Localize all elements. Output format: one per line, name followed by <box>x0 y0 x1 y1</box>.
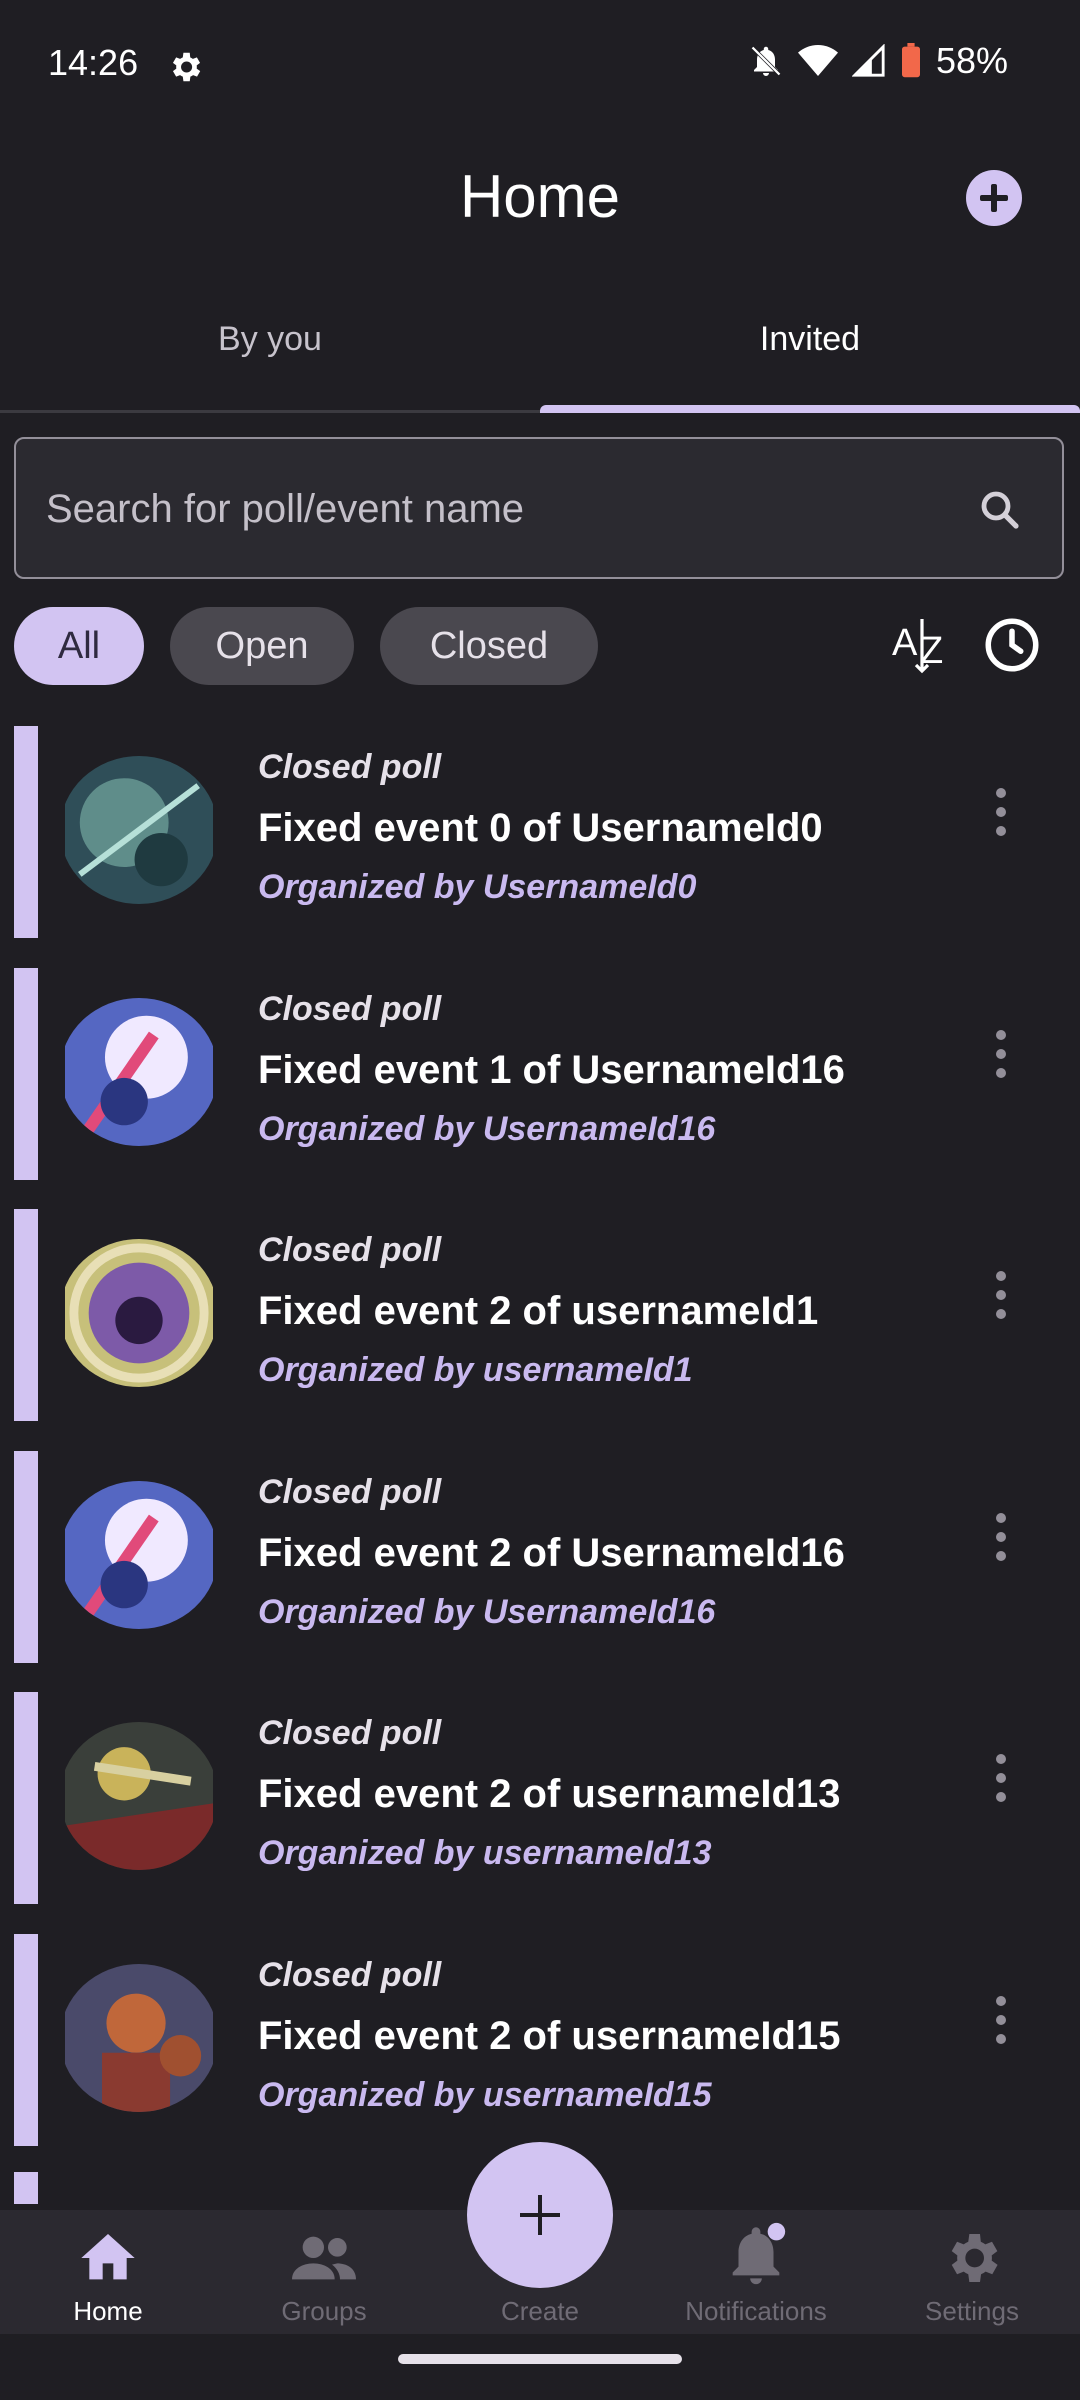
search-input[interactable]: Search for poll/event name <box>14 437 1064 579</box>
event-organizer: Organized by usernameId15 <box>258 2076 712 2114</box>
event-row[interactable]: Closed poll Fixed event 2 of usernameId1… <box>0 1686 1080 1904</box>
search-placeholder: Search for poll/event name <box>46 487 525 531</box>
event-avatar <box>65 1239 213 1387</box>
filter-chip-closed[interactable]: Closed <box>380 607 598 685</box>
wifi-icon <box>797 45 838 76</box>
event-status: Closed poll <box>258 1473 442 1511</box>
filter-bar: All Open Closed A Z <box>14 607 1066 687</box>
cellular-signal-icon <box>851 44 885 77</box>
event-accent-bar <box>14 1209 38 1421</box>
event-accent-bar <box>14 968 38 1180</box>
event-accent-bar <box>14 1692 38 1904</box>
event-title: Fixed event 2 of usernameId13 <box>258 1772 841 1816</box>
tab-invited[interactable]: Invited <box>540 320 1080 359</box>
create-button[interactable] <box>467 2142 613 2288</box>
search-icon[interactable] <box>976 486 1024 534</box>
tab-by-you[interactable]: By you <box>0 320 540 359</box>
nav-settings[interactable]: Settings <box>872 2210 1072 2334</box>
event-row[interactable]: Closed poll Fixed event 2 of usernameId1… <box>0 1928 1080 2146</box>
more-options-icon[interactable] <box>986 1265 1016 1329</box>
event-status: Closed poll <box>258 1231 442 1269</box>
event-avatar <box>65 1722 213 1870</box>
event-status: Closed poll <box>258 1714 442 1752</box>
nav-notifications-label: Notifications <box>685 2296 827 2326</box>
sort-time-icon[interactable] <box>982 615 1042 675</box>
event-row[interactable]: Closed poll Fixed event 2 of usernameId1… <box>0 1203 1080 1421</box>
more-options-icon[interactable] <box>986 1507 1016 1571</box>
event-status: Closed poll <box>258 1956 442 1994</box>
event-organizer: Organized by UsernameId16 <box>258 1110 716 1148</box>
event-title: Fixed event 2 of UsernameId16 <box>258 1531 845 1575</box>
sort-alphabetical-icon[interactable]: A Z <box>890 615 954 675</box>
more-options-icon[interactable] <box>986 1990 1016 2054</box>
event-avatar <box>65 756 213 904</box>
more-options-icon[interactable] <box>986 1748 1016 1812</box>
filter-chip-all[interactable]: All <box>14 607 144 685</box>
event-organizer: Organized by UsernameId0 <box>258 868 697 906</box>
app-bar: Home <box>0 150 1080 250</box>
event-accent-bar <box>14 726 38 938</box>
event-avatar <box>65 998 213 1146</box>
status-time: 14:26 <box>48 42 139 83</box>
battery-icon <box>901 43 920 78</box>
event-title: Fixed event 2 of usernameId1 <box>258 1289 819 1333</box>
svg-text:A: A <box>892 622 918 664</box>
nav-create-label: Create <box>500 2296 580 2326</box>
event-row[interactable]: Closed poll Fixed event 1 of UsernameId1… <box>0 962 1080 1180</box>
add-icon[interactable] <box>966 170 1022 226</box>
event-organizer: Organized by usernameId1 <box>258 1351 693 1389</box>
event-accent-bar <box>14 1451 38 1663</box>
settings-gear-icon <box>172 52 201 82</box>
nav-groups[interactable]: Groups <box>224 2210 424 2334</box>
event-avatar <box>65 1481 213 1629</box>
status-bar: 14:26 58% <box>0 0 1080 130</box>
event-organizer: Organized by usernameId13 <box>258 1834 712 1872</box>
event-status: Closed poll <box>258 990 442 1028</box>
event-accent-bar <box>14 2172 38 2204</box>
tab-indicator <box>540 405 1080 413</box>
event-accent-bar <box>14 1934 38 2146</box>
settings-icon <box>951 2234 998 2282</box>
event-row[interactable]: Closed poll Fixed event 2 of UsernameId1… <box>0 1445 1080 1663</box>
notifications-muted-icon <box>751 46 781 76</box>
more-options-icon[interactable] <box>986 1024 1016 1088</box>
status-indicators: 58% <box>748 40 1008 82</box>
gesture-area <box>0 2334 1080 2400</box>
event-status: Closed poll <box>258 748 442 786</box>
event-title: Fixed event 0 of UsernameId0 <box>258 806 823 850</box>
home-icon <box>81 2234 135 2280</box>
nav-notifications[interactable]: Notifications <box>656 2210 856 2334</box>
event-title: Fixed event 1 of UsernameId16 <box>258 1048 845 1092</box>
event-avatar <box>65 1964 213 2112</box>
groups-icon <box>292 2236 356 2280</box>
nav-home-label: Home <box>73 2296 143 2326</box>
page-title: Home <box>459 163 621 230</box>
nav-home[interactable]: Home <box>8 2210 208 2334</box>
filter-chip-open[interactable]: Open <box>170 607 354 685</box>
event-row[interactable]: Closed poll Fixed event 0 of UsernameId0… <box>0 720 1080 938</box>
nav-groups-label: Groups <box>281 2296 367 2326</box>
event-organizer: Organized by UsernameId16 <box>258 1593 716 1631</box>
battery-percent: 58% <box>935 40 1008 81</box>
more-options-icon[interactable] <box>986 782 1016 846</box>
tab-bar: By you Invited <box>0 300 1080 413</box>
event-title: Fixed event 2 of usernameId15 <box>258 2014 841 2058</box>
gesture-handle[interactable] <box>398 2354 682 2364</box>
nav-settings-label: Settings <box>925 2296 1019 2326</box>
notifications-icon <box>732 2222 786 2285</box>
